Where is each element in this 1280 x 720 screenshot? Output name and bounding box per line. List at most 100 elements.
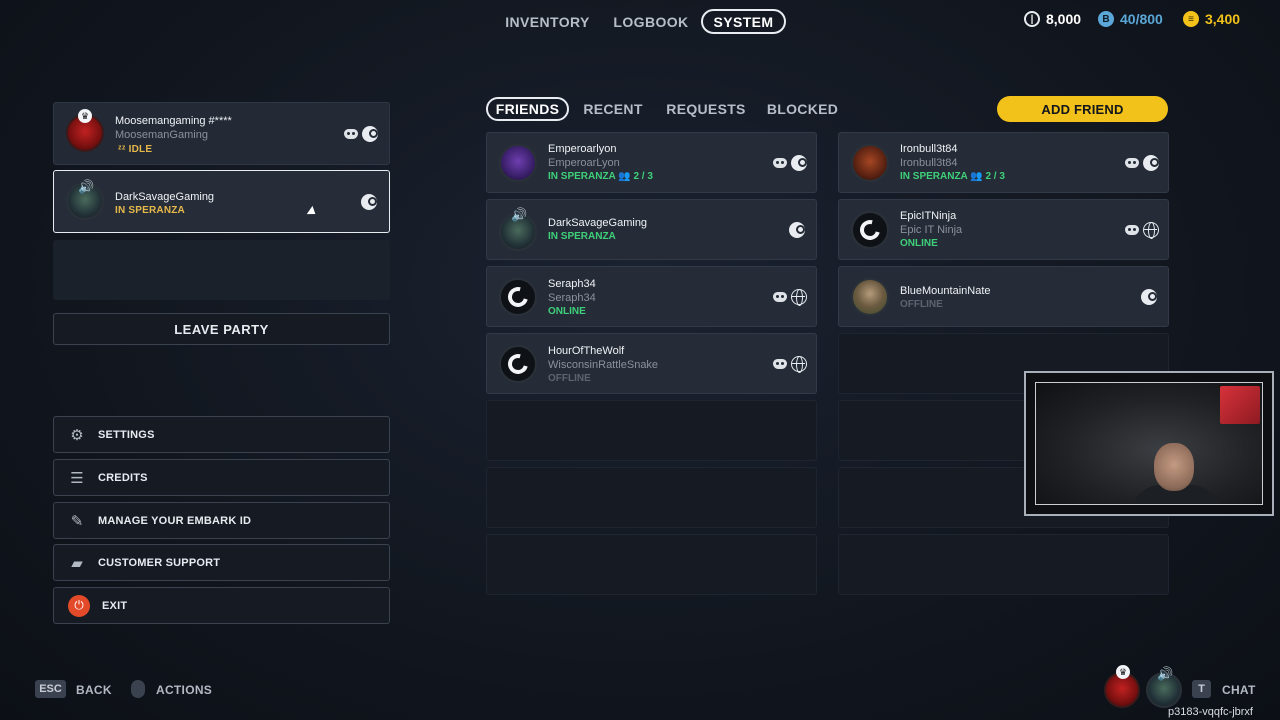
steam-icon [361, 194, 377, 210]
friend-name: Seraph34 [548, 278, 596, 290]
gear-icon: ⚙ [70, 426, 84, 444]
empty-friend-slot [486, 534, 817, 595]
add-friend-button[interactable]: ADD FRIEND [997, 96, 1168, 122]
platform-icons [789, 222, 805, 238]
friend-handle: EmperoarLyon [548, 157, 620, 169]
discord-icon [344, 129, 358, 139]
mouse-icon [131, 680, 145, 698]
friend-card-ironbull3t84[interactable]: Ironbull3t84 Ironbull3t84 IN SPERANZA 👥 … [838, 132, 1169, 193]
top-navigation: INVENTORY LOGBOOK SYSTEM | 8,000 B 40/80… [0, 0, 1280, 44]
friend-status: ONLINE [548, 306, 586, 317]
tab-recent[interactable]: RECENT [580, 97, 646, 121]
manage-embark-id-button[interactable]: ✎ MANAGE YOUR EMBARK ID [53, 502, 390, 539]
player-id: p3183-vqqfc-jbrxf [1168, 706, 1253, 718]
menu-label: MANAGE YOUR EMBARK ID [98, 514, 252, 527]
webcam-overlay [1024, 371, 1274, 516]
member-status: IN SPERANZA [115, 205, 185, 216]
discord-icon [773, 158, 787, 168]
friend-card-emperoarlyon[interactable]: Emperoarlyon EmperoarLyon IN SPERANZA 👥 … [486, 132, 817, 193]
credits-button[interactable]: ☰ CREDITS [53, 459, 390, 496]
web-globe-icon [791, 356, 807, 373]
friend-status: ONLINE [900, 238, 938, 249]
menu-label: SETTINGS [98, 428, 155, 441]
coin-icon: | [1024, 11, 1040, 27]
embark-logo-icon [856, 216, 884, 244]
settings-button[interactable]: ⚙ SETTINGS [53, 416, 390, 453]
gold-value: 3,400 [1205, 11, 1241, 27]
back-button[interactable]: BACK [76, 683, 112, 697]
menu-label: EXIT [102, 599, 128, 612]
empty-friend-slot [486, 467, 817, 528]
esc-key-hint: ESC [35, 680, 66, 698]
party-member-darksavagegaming[interactable]: 🔊 DarkSavageGaming IN SPERANZA [53, 170, 390, 233]
avatar [851, 211, 889, 249]
platform-icons [361, 194, 377, 210]
friend-status: OFFLINE [548, 373, 591, 384]
party-size-icon: 👥 [970, 171, 983, 182]
steam-icon [1143, 155, 1159, 171]
party-size-icon: 👥 [618, 171, 631, 182]
friend-handle: Ironbull3t84 [900, 157, 958, 169]
friend-handle: Epic IT Ninja [900, 224, 963, 236]
friend-handle: WisconsinRattleSnake [548, 359, 659, 371]
token-value: 40/800 [1120, 11, 1163, 27]
customer-support-button[interactable]: ▰ CUSTOMER SUPPORT [53, 544, 390, 581]
friend-card-epicitninja[interactable]: EpicITNinja Epic IT Ninja ONLINE [838, 199, 1169, 260]
tab-blocked[interactable]: BLOCKED [764, 97, 841, 121]
friend-status: IN SPERANZA 👥 2 / 3 [900, 171, 1005, 182]
friend-status: OFFLINE [900, 299, 943, 310]
friend-name: Ironbull3t84 [900, 143, 958, 155]
id-icon: ✎ [70, 512, 84, 530]
member-name: DarkSavageGaming [115, 191, 215, 203]
discord-icon [1125, 225, 1139, 235]
friend-name: HourOfTheWolf [548, 345, 625, 357]
avatar [499, 144, 537, 182]
chat-bubbles-icon: ▰ [71, 554, 83, 572]
chat-key-hint: T [1192, 680, 1211, 698]
friend-handle: Seraph34 [548, 292, 596, 304]
actions-button[interactable]: ACTIONS [156, 683, 212, 697]
party-leader-crown-icon: ♛ [1116, 665, 1130, 679]
avatar [851, 278, 889, 316]
platform-icons [1125, 222, 1159, 239]
friend-name: Emperoarlyon [548, 143, 617, 155]
platform-icons [1125, 155, 1159, 171]
embark-logo-icon [504, 350, 532, 378]
leave-party-button[interactable]: LEAVE PARTY [53, 313, 390, 345]
webcam-feed [1035, 382, 1263, 505]
member-status: ᶻᶻ IDLE [118, 144, 153, 155]
tab-logbook[interactable]: LOGBOOK [610, 9, 692, 34]
friend-card-seraph34[interactable]: Seraph34 Seraph34 ONLINE [486, 266, 817, 327]
discord-icon [773, 292, 787, 302]
idle-icon: ᶻᶻ [118, 144, 126, 155]
tab-requests[interactable]: REQUESTS [664, 97, 748, 121]
platform-icons [773, 155, 807, 171]
member-handle: MoosemanGaming [115, 129, 208, 141]
currency-coins: | 8,000 [1024, 11, 1081, 27]
currency-gold: ≡ 3,400 [1183, 11, 1240, 27]
avatar [499, 345, 537, 383]
credits-list-icon: ☰ [70, 469, 84, 487]
tab-inventory[interactable]: INVENTORY [500, 9, 595, 34]
web-globe-icon [791, 289, 807, 306]
empty-party-slot[interactable] [53, 240, 390, 300]
embark-token-icon: B [1098, 11, 1114, 27]
speaker-icon: 🔊 [511, 207, 528, 222]
chat-button[interactable]: CHAT [1222, 683, 1256, 697]
steam-icon [362, 126, 378, 142]
speaker-icon: 🔊 [78, 179, 95, 194]
friend-card-bluemountainnate[interactable]: BlueMountainNate OFFLINE [838, 266, 1169, 327]
menu-label: CUSTOMER SUPPORT [98, 556, 221, 569]
friend-card-darksavagegaming[interactable]: 🔊 DarkSavageGaming IN SPERANZA [486, 199, 817, 260]
embark-logo-icon [504, 283, 532, 311]
exit-button[interactable]: ⏻ EXIT [53, 587, 390, 624]
empty-friend-slot [838, 534, 1169, 595]
platform-icons [773, 356, 807, 373]
tab-friends[interactable]: FRIENDS [486, 97, 569, 121]
webcam-person-face [1154, 443, 1194, 491]
party-member-moosemangaming[interactable]: ♛ Moosemangaming #**** MoosemanGaming ᶻᶻ… [53, 102, 390, 165]
friend-card-hourofthewolf[interactable]: HourOfTheWolf WisconsinRattleSnake OFFLI… [486, 333, 817, 394]
tab-system[interactable]: SYSTEM [701, 9, 786, 34]
steam-icon [791, 155, 807, 171]
discord-icon [773, 359, 787, 369]
